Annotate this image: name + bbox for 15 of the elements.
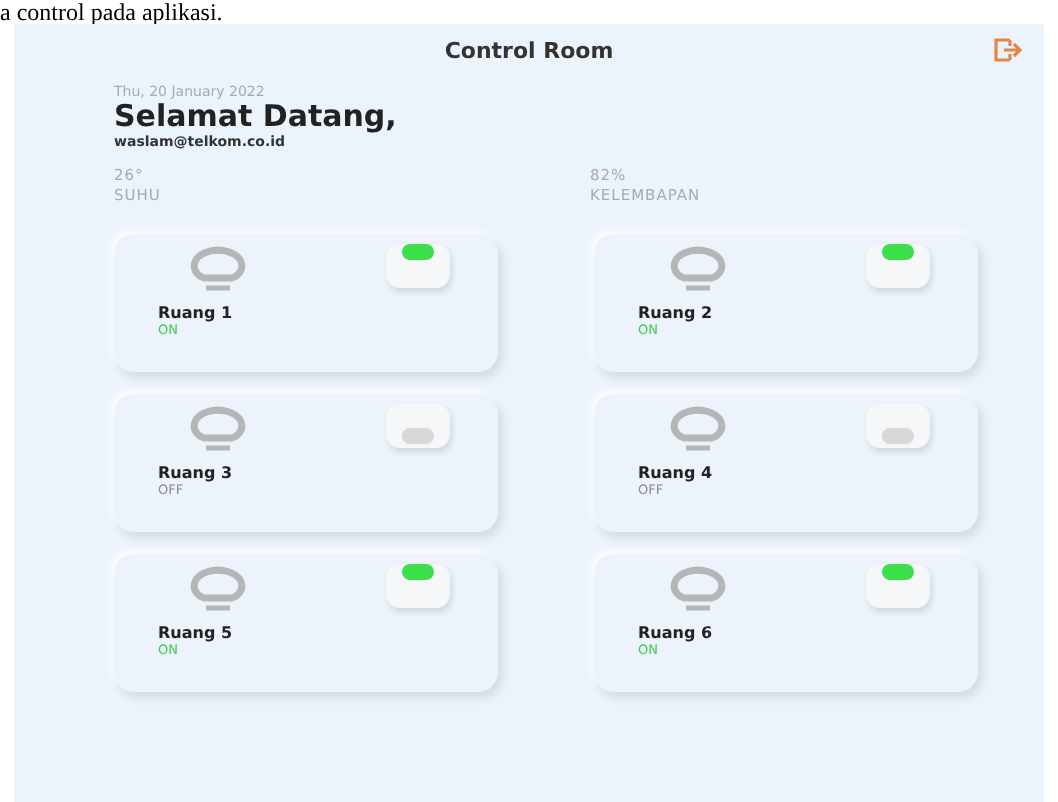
screen-title: Control Room <box>444 37 614 63</box>
room-name: Ruang 4 <box>638 464 713 482</box>
room-name: Ruang 3 <box>158 464 233 482</box>
room-name: Ruang 2 <box>638 304 713 322</box>
toggle-switch[interactable] <box>866 244 930 288</box>
room-name: Ruang 5 <box>158 624 233 642</box>
toggle-switch[interactable] <box>386 404 450 448</box>
toggle-switch[interactable] <box>386 564 450 608</box>
toggle-switch[interactable] <box>386 244 450 288</box>
toggle-switch[interactable] <box>866 564 930 608</box>
room-name: Ruang 1 <box>158 304 233 322</box>
toggle-switch[interactable] <box>866 404 930 448</box>
logout-icon[interactable] <box>992 38 1024 62</box>
room-name: Ruang 6 <box>638 624 713 642</box>
greeting-text: Selamat Datang, <box>114 100 399 134</box>
